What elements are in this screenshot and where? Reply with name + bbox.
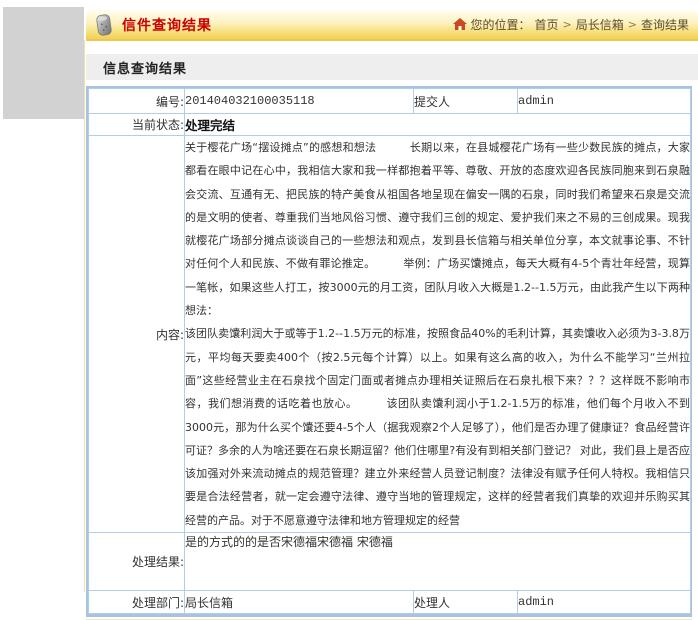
table-row-content: 内容: 关于樱花广场“摆设摊点”的感想和想法 长期以来，在县城樱花广场有一些少数…	[89, 136, 691, 533]
handler-label: 处理人	[414, 591, 518, 614]
table-row-result: 处理结果: 是的方式的的是否宋德福宋德福 宋德福	[89, 533, 691, 591]
section-title-bar: 信息查询结果	[86, 54, 698, 80]
submitter-value: admin	[518, 89, 691, 114]
breadcrumb: 您的位置： 首页 > 局长信箱 > 查询结果	[449, 10, 690, 39]
content-paragraph-1: 关于樱花广场“摆设摊点”的感想和想法 长期以来，在县城樱花广场有一些少数民族的摊…	[185, 136, 690, 322]
page-header-bar: 信件查询结果 您的位置： 首页 > 局长信箱 > 查询结果	[86, 10, 698, 41]
table-row-department: 处理部门: 局长信箱 处理人 admin	[89, 591, 691, 614]
content-left-accent-line	[84, 40, 85, 592]
home-icon	[453, 18, 467, 31]
status-value-cell: 处理完结	[185, 114, 691, 136]
number-value: 201404032100035118	[185, 89, 414, 114]
breadcrumb-link-result[interactable]: 查询结果	[641, 16, 689, 33]
status-value: 处理完结	[185, 118, 235, 133]
info-table: 编号: 201404032100035118 提交人 admin 当前状态: 处…	[88, 88, 691, 614]
breadcrumb-link-mailbox[interactable]: 局长信箱	[576, 16, 624, 33]
department-label: 处理部门:	[89, 591, 185, 614]
info-table-border: 编号: 201404032100035118 提交人 admin 当前状态: 处…	[86, 86, 692, 617]
result-label: 处理结果:	[89, 533, 185, 591]
letter-icon	[93, 13, 115, 37]
breadcrumb-link-home[interactable]: 首页	[535, 16, 559, 33]
section-title: 信息查询结果	[103, 58, 187, 77]
result-value: 是的方式的的是否宋德福宋德福 宋德福	[185, 533, 691, 591]
content-paragraph-2: 该团队卖馕利润大于或等于1.2--1.5万元的标准，按照食品40%的毛利计算，其…	[185, 322, 690, 532]
status-label: 当前状态:	[89, 114, 185, 136]
table-row-number: 编号: 201404032100035118 提交人 admin	[89, 89, 691, 114]
breadcrumb-separator: >	[628, 18, 637, 31]
left-background-panel	[3, 7, 84, 119]
page-title: 信件查询结果	[122, 15, 212, 35]
content-text-cell: 关于樱花广场“摆设摊点”的感想和想法 长期以来，在县城樱花广场有一些少数民族的摊…	[185, 136, 691, 533]
content-label: 内容:	[89, 136, 185, 533]
main-content: 信件查询结果 您的位置： 首页 > 局长信箱 > 查询结果 信息查询结果 编	[86, 0, 698, 620]
department-value: 局长信箱	[185, 591, 414, 614]
number-label: 编号:	[89, 89, 185, 114]
submitter-label: 提交人	[414, 89, 518, 114]
table-row-status: 当前状态: 处理完结	[89, 114, 691, 136]
breadcrumb-label: 您的位置：	[471, 16, 531, 33]
breadcrumb-separator: >	[563, 18, 572, 31]
handler-value: admin	[518, 591, 691, 614]
